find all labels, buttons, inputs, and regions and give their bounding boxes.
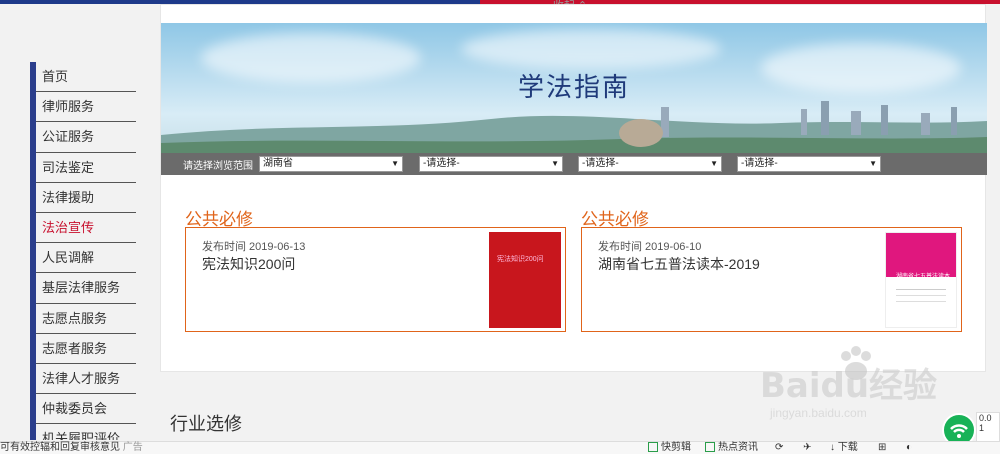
hot-news-button[interactable]: 热点资讯	[705, 442, 758, 454]
sidebar-item-volunteer-point[interactable]: 志愿点服务	[36, 304, 136, 334]
download-icon: ↓	[830, 442, 835, 453]
sidebar-item-volunteer[interactable]: 志愿者服务	[36, 334, 136, 364]
section-title-industry-elective: 行业选修	[170, 414, 242, 434]
town-select[interactable]: -请选择- ▼	[737, 156, 881, 172]
banner: 学法指南	[161, 23, 987, 153]
news-icon	[705, 442, 715, 453]
dropdown-arrow-icon: ▼	[391, 159, 399, 168]
sidebar-item-evaluation[interactable]: 机关履职评价	[36, 424, 136, 440]
filter-bar: 请选择浏览范围 湖南省 ▼ -请选择- ▼ -请选择- ▼ -请选择- ▼	[161, 153, 987, 175]
publish-date: 发布时间 2019-06-13	[202, 241, 306, 253]
book-cover-image[interactable]: 湖南省七五普法读本	[885, 232, 957, 328]
watermark-url: jingyan.baidu.com	[770, 406, 867, 420]
page-title: 学法指南	[517, 73, 630, 103]
main-panel: 学法指南 请选择浏览范围 湖南省 ▼ -请选择- ▼ -请选择- ▼ -请选择-…	[160, 4, 987, 372]
toolbox-icon[interactable]: ⊞	[878, 442, 886, 454]
download-button[interactable]: ↓ 下载	[830, 442, 858, 454]
book-cover-image[interactable]: 宪法知识200问	[489, 232, 561, 328]
sidebar-item-legal-publicity[interactable]: 法治宣传	[36, 213, 136, 244]
sidebar-item-forensic[interactable]: 司法鉴定	[36, 153, 136, 183]
widget-count: 1	[979, 423, 985, 433]
publish-date: 发布时间 2019-06-10	[598, 241, 702, 253]
district-select[interactable]: -请选择- ▼	[578, 156, 722, 172]
baidu-watermark: Baidu经验 jingyan.baidu.com	[760, 350, 960, 430]
browser-status-bar: 可有效控辐和回复审核意见 广告 快剪辑 热点资讯 ⟳ ✈ ↓ 下载 ⊞ ◐	[0, 441, 1000, 454]
course-title[interactable]: 湖南省七五普法读本-2019	[598, 254, 760, 274]
history-icon[interactable]: ⟳	[775, 442, 783, 454]
city-select-value: -请选择-	[423, 158, 460, 169]
sidebar-item-grassroots[interactable]: 基层法律服务	[36, 273, 136, 304]
town-select-value: -请选择-	[741, 158, 778, 169]
course-card-hunan-reader[interactable]: 发布时间 2019-06-10 湖南省七五普法读本-2019 湖南省七五普法读本	[581, 227, 962, 332]
course-card-constitution[interactable]: 发布时间 2019-06-13 宪法知识200问 宪法知识200问	[185, 227, 566, 332]
watermark-brand: Baidu经验	[760, 366, 938, 406]
sidebar-item-arbitration[interactable]: 仲裁委员会	[36, 394, 136, 425]
sidebar-item-mediation[interactable]: 人民调解	[36, 243, 136, 274]
sidebar-nav: 首页 律师服务 公证服务 司法鉴定 法律援助 法治宣传 人民调解 基层法律服务 …	[30, 62, 136, 440]
sidebar-item-notary[interactable]: 公证服务	[36, 122, 136, 153]
province-select-value: 湖南省	[263, 158, 293, 169]
dropdown-arrow-icon: ▼	[551, 159, 559, 168]
clip-icon	[648, 442, 658, 453]
browser-icon[interactable]: ◐	[906, 442, 912, 454]
city-select[interactable]: -请选择- ▼	[419, 156, 563, 172]
sidebar-item-lawyer[interactable]: 律师服务	[36, 92, 136, 123]
course-title[interactable]: 宪法知识200问	[202, 254, 295, 274]
district-select-value: -请选择-	[582, 158, 619, 169]
filter-label: 请选择浏览范围	[183, 161, 253, 172]
dropdown-arrow-icon: ▼	[710, 159, 718, 168]
sidebar-item-talent[interactable]: 法律人才服务	[36, 364, 136, 395]
status-text: 可有效控辐和回复审核意见 广告	[0, 442, 143, 453]
active-marker	[30, 213, 36, 243]
quick-clip-button[interactable]: 快剪辑	[648, 442, 691, 454]
province-select[interactable]: 湖南省 ▼	[259, 156, 403, 172]
dropdown-arrow-icon: ▼	[869, 159, 877, 168]
pin-icon[interactable]: ✈	[803, 442, 811, 454]
ad-label: 广告	[122, 442, 143, 453]
sidebar-item-legal-aid[interactable]: 法律援助	[36, 183, 136, 213]
sidebar-item-home[interactable]: 首页	[36, 62, 136, 93]
net-speed-value: 0.0	[979, 413, 992, 423]
